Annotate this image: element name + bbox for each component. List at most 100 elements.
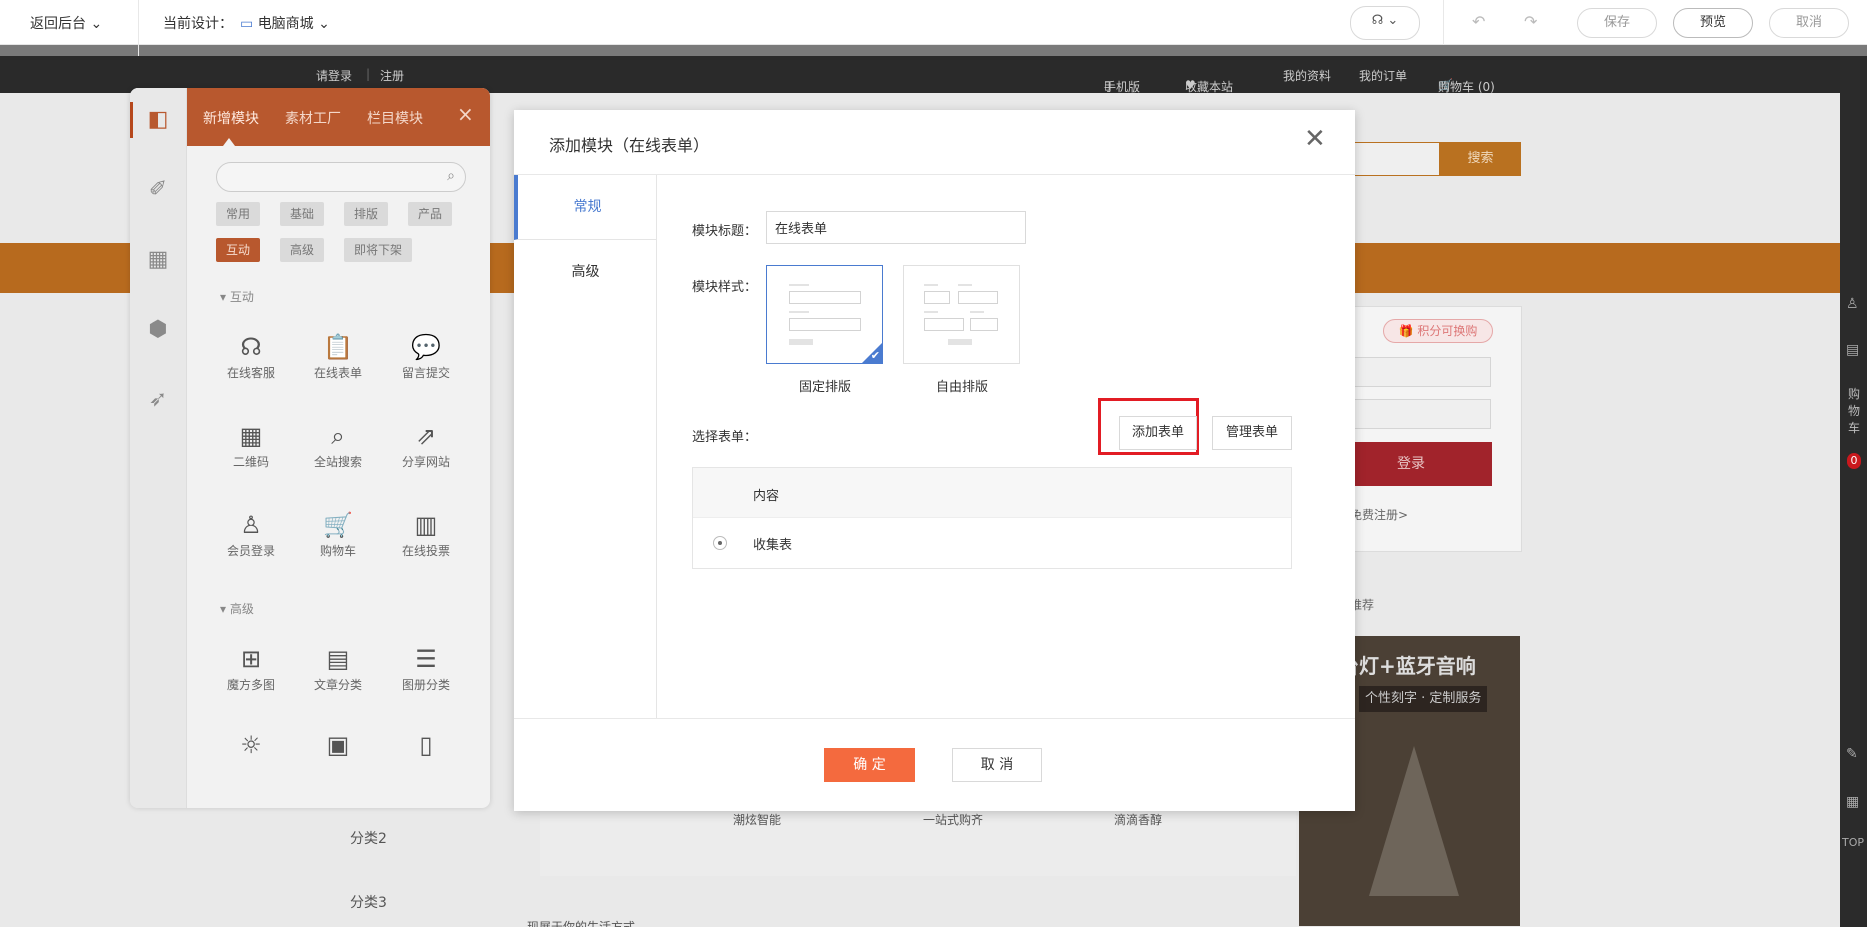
module-style-label: 模块样式： [692, 280, 758, 295]
message-icon[interactable]: ▤ [1846, 342, 1859, 358]
close-icon[interactable]: ✕ [1304, 126, 1326, 152]
filter-chip[interactable]: 即将下架 [344, 238, 413, 262]
back-to-admin-button[interactable]: 返回后台 ⌄ [30, 13, 102, 33]
module-member-login[interactable]: ♙ 会员登录 [216, 508, 286, 578]
article-icon: ▤ [326, 645, 350, 673]
table-row[interactable]: 收集表 [693, 518, 1291, 568]
section-advanced[interactable]: ▾ 高级 [220, 600, 254, 617]
preview-box [924, 318, 964, 331]
module-label: 魔方多图 [226, 678, 275, 692]
module-weather[interactable]: ☼ [216, 728, 286, 798]
module-message-submit[interactable]: 💬 留言提交 [391, 330, 461, 400]
username-field[interactable] [1331, 357, 1491, 387]
panel-tabs: 新增模块 素材工厂 栏目模块 × [187, 88, 490, 146]
tab-column-module[interactable]: 栏目模块 [367, 108, 423, 128]
module-notice[interactable]: ▣ [303, 728, 373, 798]
module-search-input[interactable]: ⌕ [216, 162, 466, 192]
category-item[interactable]: 分类3 [350, 892, 387, 912]
preview-line [789, 284, 809, 286]
filter-chip[interactable]: 常用 [216, 202, 261, 226]
category-item[interactable]: 分类2 [350, 828, 387, 848]
form-radio[interactable] [713, 536, 727, 550]
right-rail-cart-label[interactable]: 购物车 [1848, 386, 1862, 437]
module-article-category[interactable]: ▤ 文章分类 [303, 642, 373, 712]
filter-chip[interactable]: 基础 [280, 202, 325, 226]
confirm-button[interactable]: 确 定 [824, 748, 915, 782]
search-icon: ⌕ [447, 168, 455, 184]
module-title-input[interactable] [766, 211, 1026, 244]
password-field[interactable] [1331, 399, 1491, 429]
module-qrcode[interactable]: ▦ 二维码 [216, 419, 286, 489]
register-link[interactable]: 注册 [380, 67, 404, 84]
support-dropdown[interactable]: ☊ ⌄ [1350, 6, 1420, 40]
free-register-link[interactable]: 免费注册> [1350, 506, 1408, 523]
tab-material-factory[interactable]: 素材工厂 [285, 108, 341, 128]
profile-link[interactable]: 我的资料 [1283, 67, 1331, 84]
dialog-cancel-button[interactable]: 取 消 [952, 748, 1042, 782]
current-design-label: 当前设计： [163, 16, 233, 32]
module-magic-cube[interactable]: ⊞ 魔方多图 [216, 642, 286, 712]
add-module-icon[interactable]: ◧ [144, 106, 172, 134]
back-to-top[interactable]: TOP [1842, 836, 1864, 849]
preview-button[interactable]: 预览 [1673, 8, 1753, 38]
bar-chart-icon: ▥ [414, 511, 438, 539]
close-icon[interactable]: × [457, 102, 474, 126]
points-tag: 🎁 积分可换购 [1383, 319, 1493, 343]
orders-link[interactable]: 我的订单 [1359, 67, 1407, 84]
share-icon: ⇗ [415, 422, 437, 450]
site-search-button[interactable]: 搜索 [1440, 142, 1521, 176]
dialog-header: 添加模块（在线表单） ✕ [514, 110, 1355, 175]
site-search-input[interactable] [1340, 142, 1440, 176]
layout-icon[interactable]: ▦ [144, 246, 172, 274]
headset-icon: ☊ [240, 333, 262, 361]
section-advanced-label: 高级 [229, 602, 254, 616]
module-cart[interactable]: 🛒 购物车 [303, 508, 373, 578]
edit-icon[interactable]: ✎ [1846, 746, 1858, 762]
user-icon[interactable]: ♙ [1846, 296, 1859, 312]
briefcase-icon: ▣ [326, 731, 350, 759]
tab-add-module[interactable]: 新增模块 [203, 108, 259, 128]
module-online-form[interactable]: 📋 在线表单 [303, 330, 373, 400]
preview-box [789, 318, 861, 331]
filter-chip[interactable]: 产品 [408, 202, 453, 226]
preview-box [970, 318, 998, 331]
calendar-icon: ▯ [419, 731, 433, 759]
album-icon: ☰ [415, 645, 437, 673]
table-header: 内容 [693, 468, 1291, 518]
filter-chip-active[interactable]: 互动 [216, 238, 261, 262]
filter-chip[interactable]: 高级 [280, 238, 325, 262]
cart-icon: 🛒 [323, 511, 353, 539]
hexagon-icon[interactable]: ⬢ [144, 316, 172, 344]
points-tag-label: 积分可换购 [1417, 324, 1478, 338]
redo-icon[interactable]: ↷ [1524, 12, 1537, 31]
module-site-search[interactable]: ⌕ 全站搜索 [303, 419, 373, 489]
module-panel: ◧ ✐ ▦ ⬢ ➶ 新增模块 素材工厂 栏目模块 × ⌕ 常用 基础 排版 产品… [130, 88, 490, 808]
qrcode-icon[interactable]: ▦ [1846, 794, 1859, 810]
style-free-layout[interactable] [903, 265, 1020, 364]
brush-icon[interactable]: ✐ [144, 176, 172, 204]
tab-general[interactable]: 常规 [514, 175, 657, 240]
style-fixed-layout[interactable]: ✔ [766, 265, 883, 364]
undo-icon[interactable]: ↶ [1472, 12, 1485, 31]
editor-toolbar: 返回后台 ⌄ 当前设计： ▭ 电脑商城 ⌄ ☊ ⌄ ↶ ↷ 保存 预览 取消 [0, 0, 1867, 56]
module-album-category[interactable]: ☰ 图册分类 [391, 642, 461, 712]
module-calendar[interactable]: ▯ [391, 728, 461, 798]
design-target-dropdown[interactable]: ▭ 电脑商城 ⌄ [240, 13, 330, 33]
dialog-title: 添加模块（在线表单） [549, 136, 710, 155]
module-share-site[interactable]: ⇗ 分享网站 [391, 419, 461, 489]
section-interactive[interactable]: ▾ 互动 [220, 288, 254, 305]
chevron-down-icon: ⌄ [90, 16, 103, 32]
tab-advanced[interactable]: 高级 [514, 240, 657, 305]
add-form-button[interactable]: 添加表单 [1119, 416, 1197, 450]
module-label: 二维码 [232, 455, 269, 469]
login-link[interactable]: 请登录 [316, 67, 352, 84]
filter-chip[interactable]: 排版 [344, 202, 389, 226]
form-table: 内容 收集表 [692, 467, 1292, 569]
grid-icon: ⊞ [240, 645, 262, 673]
rocket-icon[interactable]: ➶ [144, 386, 172, 414]
cancel-button[interactable]: 取消 [1769, 8, 1849, 38]
manage-form-button[interactable]: 管理表单 [1212, 416, 1292, 450]
module-online-service[interactable]: ☊ 在线客服 [216, 330, 286, 400]
save-button[interactable]: 保存 [1577, 8, 1657, 38]
module-online-vote[interactable]: ▥ 在线投票 [391, 508, 461, 578]
